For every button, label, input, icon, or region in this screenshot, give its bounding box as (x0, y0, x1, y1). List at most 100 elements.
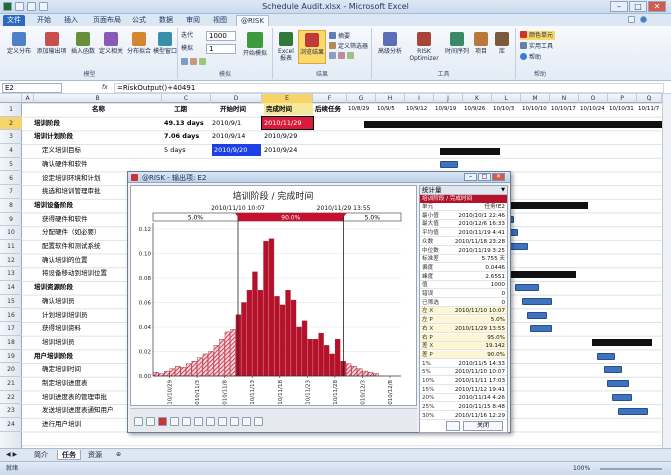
row-header[interactable]: 21 (0, 377, 22, 391)
row-header[interactable]: 4 (0, 144, 22, 158)
utilities-button[interactable]: 实用工具 (520, 42, 553, 51)
cell-name[interactable]: 培训设备阶段 (34, 199, 73, 211)
histogram-chart[interactable]: 培训阶段 / 完成时间 5.0% 90.0% 5.0% 2010/11/10 10:0… (131, 186, 416, 405)
row-header[interactable]: 15 (0, 295, 22, 309)
results-icon-b[interactable] (338, 52, 345, 59)
row-header[interactable]: 24 (0, 418, 22, 432)
gantt-summary-bar[interactable] (440, 148, 500, 155)
sheet-tab-resources[interactable]: 资源 (84, 450, 106, 460)
legend-icon[interactable] (182, 417, 191, 426)
gantt-task-bar[interactable] (607, 380, 629, 387)
results-icon-c[interactable] (347, 52, 354, 59)
risk-optimizer-button[interactable]: RISK Optimizer (406, 32, 442, 62)
results-icon-a[interactable] (329, 52, 336, 59)
help-button[interactable]: 帮助 (520, 53, 541, 62)
vertical-scrollbar[interactable] (662, 94, 671, 448)
iterations-input[interactable]: 1000 (206, 31, 236, 41)
cell-start[interactable]: 2010/9/14 (212, 130, 245, 142)
summary-button[interactable]: 摘要 (329, 32, 350, 41)
cell-name[interactable]: 设定培训环境和计划 (42, 172, 101, 184)
help-icon[interactable] (640, 16, 647, 23)
cell-name[interactable]: 用户培训阶段 (34, 350, 73, 362)
tab-file[interactable]: 文件 (3, 15, 25, 26)
col-header-l[interactable]: L (492, 94, 521, 103)
cell-work[interactable]: 7.06 days (164, 130, 199, 142)
col-header-c[interactable]: C (162, 94, 211, 103)
cell-name[interactable]: 培训资源阶段 (34, 281, 73, 293)
row-header[interactable]: 13 (0, 267, 22, 282)
time-series-button[interactable]: 时间序列 (444, 32, 470, 55)
popup-close-button[interactable]: ✕ (492, 173, 505, 181)
cell-name[interactable]: 配置软件和测试系统 (42, 240, 101, 252)
cell-work[interactable]: 5 days (164, 144, 186, 156)
row-header[interactable]: 12 (0, 254, 22, 268)
tab-home[interactable]: 开始 (33, 15, 55, 26)
col-header-k[interactable]: K (463, 94, 492, 103)
library-button[interactable]: 库 (492, 32, 512, 55)
popup-title-bar[interactable]: @RISK - 输出项: E2 – □ ✕ (128, 172, 510, 183)
tab-risk[interactable]: @RISK (236, 15, 269, 26)
gantt-task-bar[interactable] (530, 325, 552, 332)
cell-name[interactable]: 获得培训资料 (42, 322, 81, 334)
tab-insert[interactable]: 插入 (60, 15, 82, 26)
header-work[interactable]: 工期 (174, 103, 187, 115)
cell-name[interactable]: 获得硬件和软件 (42, 213, 88, 225)
cell-name[interactable]: 确认硬件和软件 (42, 158, 88, 170)
delimiter-icon[interactable] (170, 417, 179, 426)
row-header[interactable]: 23 (0, 404, 22, 419)
cell-work[interactable]: 49.13 days (164, 117, 204, 129)
cell-name[interactable]: 将设备移动到培训位置 (42, 267, 107, 279)
formula-input[interactable]: =RiskOutput()+40491 (114, 83, 664, 93)
gantt-task-bar[interactable] (440, 161, 458, 168)
row-header[interactable]: 5 (0, 158, 22, 172)
col-header-m[interactable]: M (521, 94, 550, 103)
col-header-f[interactable]: F (313, 94, 347, 103)
row-header[interactable]: 2 (0, 116, 22, 131)
minimize-button[interactable]: – (610, 1, 628, 12)
gantt-task-bar[interactable] (612, 394, 632, 401)
graph-type-icon[interactable] (194, 417, 203, 426)
gantt-task-bar[interactable] (522, 298, 552, 305)
row-header[interactable]: 19 (0, 350, 22, 364)
chart-area[interactable]: 培训阶段 / 完成时间 5.0% 90.0% 5.0% 2010/11/10 10:0… (130, 185, 417, 406)
cell-name[interactable]: 挑选和培训管理审批 (42, 185, 101, 197)
stats-header[interactable]: 统计量 ▼ (420, 186, 507, 195)
sheet-tab-intro[interactable]: 简介 (30, 450, 52, 460)
row-header[interactable]: 7 (0, 185, 22, 199)
tab-page-layout[interactable]: 页面布局 (89, 15, 125, 26)
gantt-task-bar[interactable] (604, 366, 622, 373)
tab-view[interactable]: 视图 (209, 15, 231, 26)
row-header[interactable]: 3 (0, 130, 22, 145)
gantt-summary-bar[interactable] (592, 339, 652, 346)
insert-function-button[interactable]: 插入函数 (69, 32, 97, 55)
add-output-button[interactable]: 添加输出项 (35, 32, 68, 55)
hist-icon[interactable] (134, 417, 143, 426)
sheet-tab-tasks[interactable]: 任务 (57, 450, 81, 460)
color-cells-button[interactable]: 颜色单元 (520, 31, 556, 40)
name-box[interactable]: E2 (2, 83, 62, 93)
random-icon[interactable] (190, 58, 197, 65)
gantt-task-bar[interactable] (618, 408, 648, 415)
excel-report-button[interactable]: Excel 报表 (275, 32, 297, 62)
col-header-b[interactable]: B (34, 94, 162, 103)
header-start[interactable]: 开始时间 (220, 103, 246, 115)
col-header-p[interactable]: P (608, 94, 637, 103)
col-header-a[interactable]: A (22, 94, 34, 103)
cell-name[interactable]: 培训计划阶段 (34, 130, 73, 142)
cell-start[interactable]: 2010/9/20 (212, 144, 261, 157)
col-header-g[interactable]: G (347, 94, 376, 103)
row-header[interactable]: 16 (0, 309, 22, 323)
cell-finish[interactable]: 2010/9/24 (262, 144, 297, 156)
gantt-task-bar[interactable] (527, 312, 547, 319)
header-next[interactable]: 后续任务 (315, 103, 341, 115)
cell-name[interactable]: 分配硬件（如必要） (42, 226, 101, 238)
col-header-h[interactable]: H (376, 94, 405, 103)
row-header[interactable]: 20 (0, 363, 22, 377)
gantt-task-bar[interactable] (597, 353, 615, 360)
col-header-o[interactable]: O (579, 94, 608, 103)
options-icon[interactable] (230, 417, 239, 426)
project-button[interactable]: 项目 (471, 32, 491, 55)
row-header[interactable]: 1 (0, 103, 22, 117)
row-header[interactable]: 18 (0, 336, 22, 350)
cell-name[interactable]: 定义培训目标 (42, 144, 81, 156)
